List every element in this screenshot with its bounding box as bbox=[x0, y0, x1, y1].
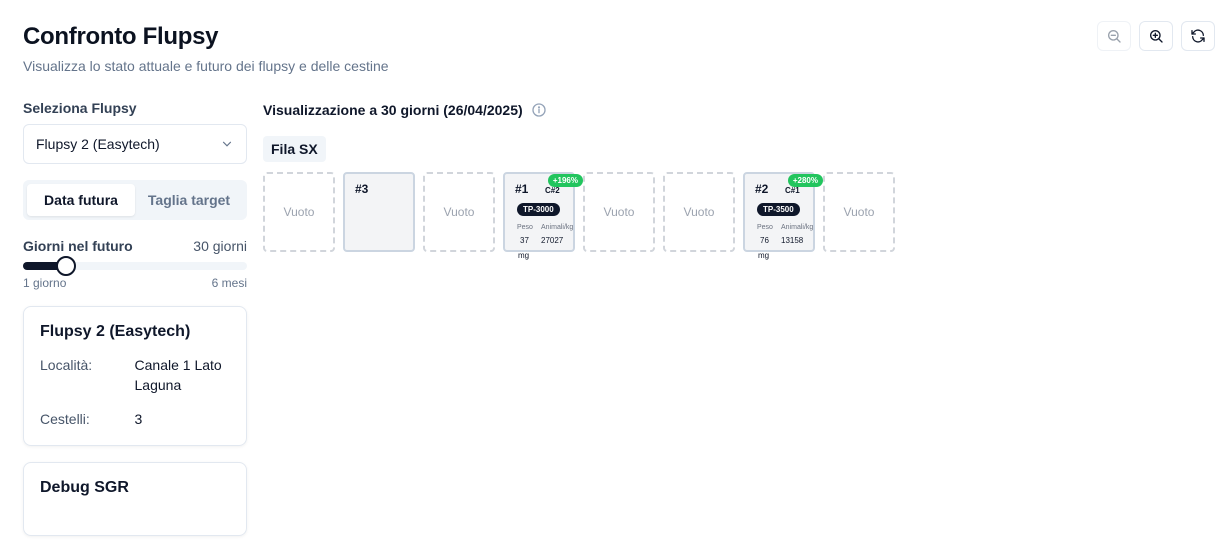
days-slider-thumb[interactable] bbox=[56, 256, 76, 276]
empty-slot[interactable]: Vuoto bbox=[823, 172, 895, 252]
days-slider-header: Giorni nel futuro 30 giorni bbox=[23, 238, 247, 254]
growth-badge: +196% bbox=[547, 174, 583, 187]
tab-taglia-target[interactable]: Taglia target bbox=[135, 184, 243, 216]
cycle-label: C#2 bbox=[545, 186, 560, 195]
zoom-in-button[interactable] bbox=[1139, 21, 1173, 51]
animals-label: Animali/kg bbox=[541, 224, 574, 231]
row-label-fila-sx: Fila SX bbox=[263, 136, 326, 162]
days-slider-track[interactable] bbox=[23, 256, 247, 276]
sidebar: Seleziona Flupsy Flupsy 2 (Easytech) Dat… bbox=[23, 100, 247, 536]
basket-card[interactable]: #2 C#1 +280% TP-3500 Peso Animali/kg 76 … bbox=[743, 172, 823, 260]
days-slider-max: 6 mesi bbox=[211, 276, 247, 290]
weight-value: 37 bbox=[520, 236, 529, 245]
days-slider-value: 30 giorni bbox=[193, 238, 247, 254]
refresh-button[interactable] bbox=[1181, 21, 1215, 51]
zoom-in-icon bbox=[1150, 30, 1163, 43]
basket-number: #1 bbox=[515, 182, 529, 196]
page-header: Confronto Flupsy Visualizza lo stato att… bbox=[23, 22, 389, 74]
view-title: Visualizzazione a 30 giorni (26/04/2025) bbox=[263, 100, 547, 120]
weight-label: Peso bbox=[517, 224, 533, 231]
flupsy-select[interactable]: Flupsy 2 (Easytech) bbox=[23, 124, 247, 164]
empty-slot[interactable]: Vuoto bbox=[663, 172, 735, 252]
refresh-icon bbox=[1191, 29, 1205, 43]
page-title: Confronto Flupsy bbox=[23, 23, 219, 50]
weight-label: Peso bbox=[757, 224, 773, 231]
empty-slot[interactable]: Vuoto bbox=[583, 172, 655, 252]
weight-unit: mg bbox=[758, 251, 770, 260]
weight-value: 76 bbox=[760, 236, 769, 245]
toolbar bbox=[1097, 21, 1215, 51]
weight-unit: mg bbox=[518, 251, 530, 260]
debug-sgr-title: Debug SGR bbox=[40, 479, 129, 496]
tab-data-futura[interactable]: Data futura bbox=[27, 184, 135, 216]
days-slider-label: Giorni nel futuro bbox=[23, 238, 133, 254]
flupsy-info-card: Flupsy 2 (Easytech) Località: Canale 1 L… bbox=[23, 306, 247, 446]
animals-value: 27027 bbox=[541, 236, 564, 245]
growth-badge: +280% bbox=[787, 174, 823, 187]
info-location-key: Località: bbox=[40, 357, 93, 373]
flupsy-select-value: Flupsy 2 (Easytech) bbox=[36, 136, 160, 152]
info-baskets-value: 3 bbox=[134, 411, 143, 427]
page-subtitle: Visualizza lo stato attuale e futuro dei… bbox=[23, 58, 389, 74]
size-badge: TP-3500 bbox=[757, 203, 800, 216]
basket-card[interactable]: #1 C#2 +196% TP-3000 Peso Animali/kg 37 … bbox=[503, 172, 583, 260]
debug-sgr-card: Debug SGR bbox=[23, 462, 247, 536]
flupsy-info-title: Flupsy 2 (Easytech) bbox=[40, 323, 191, 340]
empty-slot[interactable]: Vuoto bbox=[263, 172, 335, 252]
info-row-baskets: Cestelli: 3 bbox=[40, 409, 230, 429]
main-panel: Visualizzazione a 30 giorni (26/04/2025)… bbox=[263, 100, 547, 162]
days-slider-min: 1 giorno bbox=[23, 276, 67, 290]
select-flupsy-label: Seleziona Flupsy bbox=[23, 100, 137, 116]
zoom-out-icon bbox=[1108, 30, 1121, 43]
empty-slot[interactable]: Vuoto bbox=[423, 172, 495, 252]
basket-number: #3 bbox=[355, 182, 369, 196]
mode-tabs: Data futura Taglia target bbox=[23, 180, 247, 220]
info-location-value: Canale 1 Lato Laguna bbox=[134, 357, 222, 393]
basket-number: #2 bbox=[755, 182, 769, 196]
info-baskets-key: Cestelli: bbox=[40, 411, 90, 427]
cycle-label: C#1 bbox=[785, 186, 800, 195]
basket-card[interactable]: #3 bbox=[343, 172, 415, 252]
days-slider-range: 1 giorno 6 mesi bbox=[23, 276, 247, 290]
view-title-text: Visualizzazione a 30 giorni (26/04/2025) bbox=[263, 102, 523, 118]
size-badge: TP-3000 bbox=[517, 203, 560, 216]
animals-value: 13158 bbox=[781, 236, 804, 245]
info-row-location: Località: Canale 1 Lato Laguna bbox=[40, 355, 230, 395]
chevron-down-icon bbox=[222, 141, 232, 147]
animals-label: Animali/kg bbox=[781, 224, 814, 231]
info-icon[interactable] bbox=[531, 102, 547, 118]
zoom-out-button[interactable] bbox=[1097, 21, 1131, 51]
